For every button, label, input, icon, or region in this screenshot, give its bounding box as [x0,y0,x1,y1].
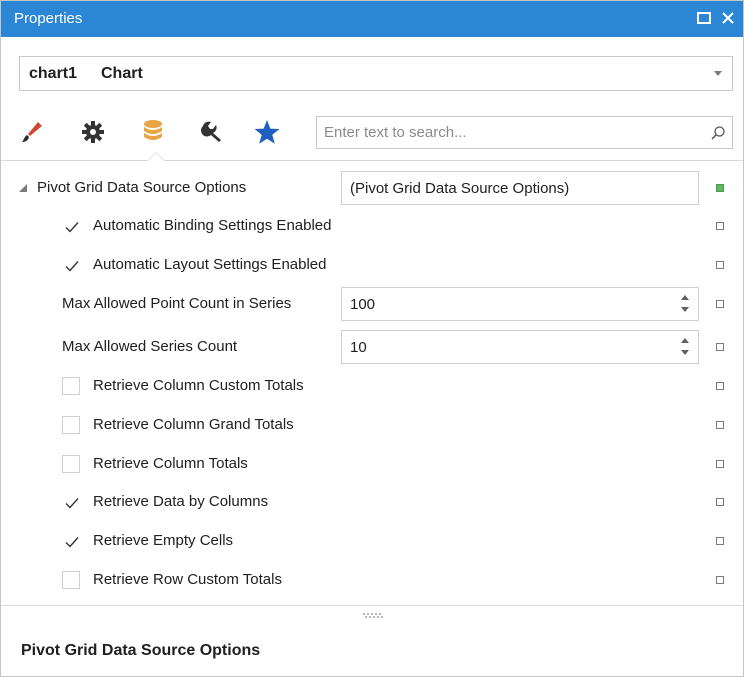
default-marker-icon[interactable] [716,421,724,429]
property-label: Retrieve Data by Columns [93,493,269,510]
property-row: Max Allowed Series Count 10 [1,328,743,366]
object-selector-dropdown[interactable]: chart1 Chart [19,56,733,91]
property-checkbox[interactable] [62,416,80,434]
property-label: Retrieve Column Custom Totals [93,377,304,394]
default-marker-icon[interactable] [716,261,724,269]
spin-buttons[interactable] [679,293,691,317]
checkmark-icon [65,222,79,233]
wrench-icon [200,121,221,142]
property-label: Automatic Binding Settings Enabled [93,217,332,234]
spin-editor[interactable]: 10 [341,330,699,364]
properties-panel: Properties chart1 Chart Enter text to se… [0,0,744,677]
default-marker-icon[interactable] [716,382,724,390]
property-row: Retrieve Column Custom Totals [1,367,743,405]
property-checkbox[interactable] [62,532,80,550]
selected-object-type: Chart [101,65,143,82]
modified-marker-icon[interactable] [716,184,724,192]
spin-down-icon[interactable] [681,350,689,355]
tab-behavior[interactable] [76,115,110,149]
property-search-box[interactable] [316,116,733,149]
paintbrush-icon [22,122,42,142]
maximize-icon [697,12,711,24]
spin-buttons[interactable] [679,336,691,360]
tab-layout[interactable] [195,115,229,149]
property-label: Pivot Grid Data Source Options [37,179,247,196]
property-checkbox[interactable] [62,493,80,511]
tab-favorites[interactable] [250,115,284,149]
property-row: Retrieve Column Totals [1,445,743,483]
spin-down-icon[interactable] [681,307,689,312]
property-label: Retrieve Empty Cells [93,532,234,549]
resize-grip-icon[interactable] [363,613,383,619]
property-row: Retrieve Row Custom Totals [1,561,743,599]
spin-up-icon[interactable] [681,295,689,300]
property-row: Automatic Binding Settings Enabled [1,207,743,245]
property-checkbox[interactable] [62,455,80,473]
checkmark-icon [65,537,79,548]
selected-object-name: chart1 [29,65,78,82]
close-icon [722,12,734,24]
property-label: Automatic Layout Settings Enabled [93,256,327,273]
checkmark-icon [65,261,79,272]
property-row: Automatic Layout Settings Enabled [1,246,743,284]
chevron-down-icon [714,71,722,76]
tab-data[interactable] [136,115,170,149]
star-icon [254,120,280,144]
property-label: Retrieve Row Custom Totals [93,571,282,588]
property-value: (Pivot Grid Data Source Options) [350,180,570,197]
property-value: 10 [350,339,367,356]
default-marker-icon[interactable] [716,222,724,230]
property-row: Max Allowed Point Count in Series 100 [1,285,743,323]
tab-appearance[interactable] [15,115,49,149]
default-marker-icon[interactable] [716,460,724,468]
spin-up-icon[interactable] [681,338,689,343]
spin-editor[interactable]: 100 [341,287,699,321]
search-input[interactable] [318,118,703,147]
property-label: Max Allowed Point Count in Series [62,295,292,312]
default-marker-icon[interactable] [716,343,724,351]
property-label: Max Allowed Series Count [62,338,238,355]
default-marker-icon[interactable] [716,537,724,545]
gear-icon [82,121,104,143]
checkmark-icon [65,498,79,509]
property-checkbox[interactable] [62,377,80,395]
property-row: Retrieve Data by Columns [1,483,743,521]
collapse-arrow-icon[interactable] [19,184,27,192]
property-row-group: Pivot Grid Data Source Options (Pivot Gr… [1,169,743,207]
property-checkbox[interactable] [62,256,80,274]
search-icon[interactable] [710,125,726,145]
default-marker-icon[interactable] [716,300,724,308]
property-row: Retrieve Empty Cells [1,522,743,560]
title-bar: Properties [1,1,743,37]
description-title: Pivot Grid Data Source Options [21,642,261,659]
database-icon [144,120,162,140]
close-button[interactable] [717,7,739,29]
default-marker-icon[interactable] [716,576,724,584]
property-grid: Pivot Grid Data Source Options (Pivot Gr… [1,167,743,605]
description-splitter [1,605,743,606]
property-label: Retrieve Column Grand Totals [93,416,294,433]
property-row: Retrieve Column Grand Totals [1,406,743,444]
active-tab-indicator [147,152,165,161]
maximize-button[interactable] [693,7,715,29]
property-checkbox[interactable] [62,571,80,589]
property-value-box[interactable]: (Pivot Grid Data Source Options) [341,171,699,205]
default-marker-icon[interactable] [716,498,724,506]
window-title: Properties [14,10,83,27]
property-value: 100 [350,296,376,313]
property-checkbox[interactable] [62,217,80,235]
property-label: Retrieve Column Totals [93,455,248,472]
